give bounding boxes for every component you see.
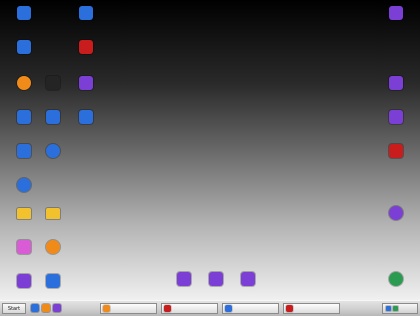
taskbar-button[interactable] [100, 303, 157, 314]
purple-window-icon [389, 110, 403, 124]
desktop-icon[interactable] [33, 144, 73, 174]
network-icon[interactable] [386, 306, 391, 311]
start-button[interactable]: Start [2, 303, 26, 314]
orange-app-icon [46, 240, 60, 254]
red-app-icon [79, 40, 93, 54]
blue-app-icon [79, 110, 93, 124]
desktop-icon[interactable] [376, 206, 416, 236]
purple-window-icon [209, 272, 223, 286]
blue-app-icon [46, 144, 60, 158]
desktop-icon[interactable] [33, 274, 73, 300]
red-app-icon [389, 144, 403, 158]
blue-app-icon [17, 110, 31, 124]
red-app-icon [164, 305, 171, 312]
purple-window-icon [241, 272, 255, 286]
desktop-icon[interactable] [66, 110, 106, 140]
desktop-icon[interactable] [228, 272, 268, 300]
orange-app-icon[interactable] [42, 304, 50, 312]
blue-app-icon [79, 6, 93, 20]
blue-app-icon [17, 6, 31, 20]
taskbar-button[interactable] [283, 303, 340, 314]
desktop-icon[interactable] [376, 110, 416, 140]
volume-icon[interactable] [393, 306, 398, 311]
desktop-icon[interactable] [4, 6, 44, 36]
yellow-folder-icon [46, 208, 60, 219]
taskbar-button[interactable] [222, 303, 279, 314]
desktop-icon[interactable] [33, 240, 73, 270]
desktop-icon[interactable] [376, 144, 416, 174]
desktop-icon[interactable] [66, 40, 106, 70]
desktop-icon[interactable] [376, 272, 416, 300]
dark-app-icon [46, 76, 60, 90]
desktop-icon[interactable] [66, 76, 106, 106]
blue-app-icon [46, 274, 60, 288]
taskbar: Start [0, 300, 420, 316]
purple-window-icon [177, 272, 191, 286]
blue-app-icon [46, 110, 60, 124]
red-app-icon [286, 305, 293, 312]
blue-app-icon [17, 40, 31, 54]
purple-window-icon [17, 274, 31, 288]
desktop-icon[interactable] [66, 6, 106, 36]
blue-app-icon [225, 305, 232, 312]
desktop-icon[interactable] [376, 76, 416, 106]
purple-window-icon [389, 206, 403, 220]
blue-app-icon[interactable] [31, 304, 39, 312]
purple-window-icon [79, 76, 93, 90]
purple-window-icon[interactable] [53, 304, 61, 312]
blue-app-icon [17, 144, 31, 158]
desktop-icon[interactable] [376, 6, 416, 36]
desktop [0, 0, 420, 300]
desktop-icon[interactable] [33, 206, 73, 236]
yellow-folder-icon [17, 208, 31, 219]
purple-window-icon [389, 6, 403, 20]
taskbar-button[interactable] [161, 303, 218, 314]
desktop-icon[interactable] [4, 178, 44, 208]
orange-app-icon [17, 76, 31, 90]
multicolor-app-icon [17, 240, 31, 254]
green-app-icon [389, 272, 403, 286]
purple-window-icon [389, 76, 403, 90]
desktop-icon[interactable] [4, 40, 44, 70]
system-tray [382, 303, 418, 314]
orange-app-icon [103, 305, 110, 312]
blue-app-icon [17, 178, 31, 192]
